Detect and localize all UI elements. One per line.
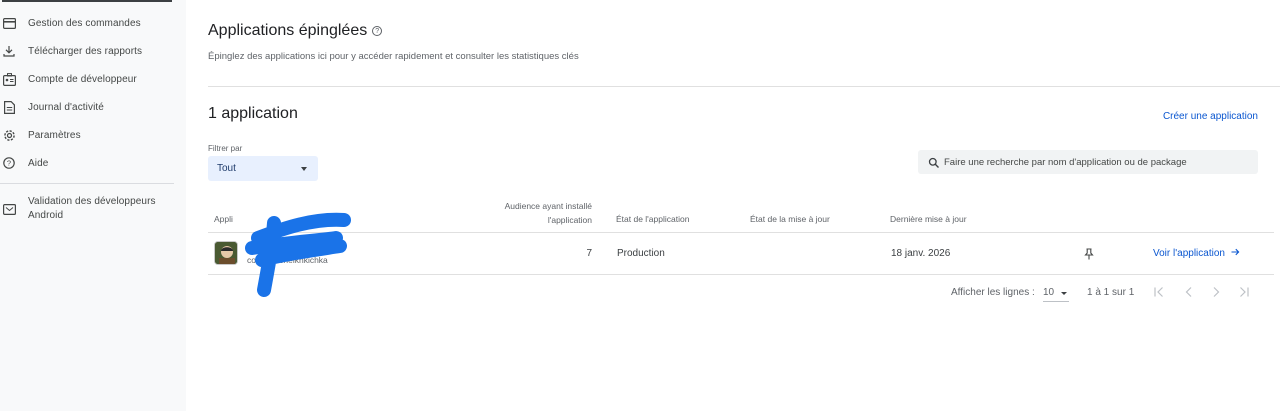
search-input[interactable] [944, 153, 1249, 171]
sidebar-item-label: Télécharger des rapports [28, 45, 143, 57]
svg-text:?: ? [7, 159, 11, 168]
filter-value: Tout [217, 163, 236, 174]
column-header-app[interactable]: Appli [214, 214, 233, 224]
search-box [918, 150, 1258, 174]
sidebar-item-orders[interactable]: Gestion des commandes [0, 9, 186, 37]
filter-label: Filtrer par [208, 144, 243, 153]
app-state-value: Production [617, 248, 665, 259]
last-page-icon[interactable] [1236, 284, 1252, 300]
filter-select[interactable]: Tout [208, 156, 318, 181]
pinned-section-header: Applications épinglées ? [208, 22, 383, 40]
sidebar-divider [0, 183, 174, 184]
audience-value: 7 [586, 248, 592, 259]
sidebar-item-label: Paramètres [28, 129, 81, 141]
column-header-update-state[interactable]: État de la mise à jour [750, 214, 830, 224]
main-content: Applications épinglées ? Épinglez des ap… [186, 0, 1280, 411]
download-icon [2, 44, 16, 58]
last-update-value: 18 janv. 2026 [891, 248, 951, 259]
column-header-audience[interactable]: Audience ayant installé l'application [466, 199, 592, 227]
sidebar-item-label: Aide [28, 157, 49, 169]
document-icon [2, 100, 16, 114]
table-divider [208, 274, 1274, 275]
rows-per-page-select[interactable]: 10 [1043, 284, 1069, 302]
next-page-icon[interactable] [1208, 284, 1224, 300]
sidebar-item-label: Compte de développeur [28, 73, 137, 85]
dropdown-arrow-icon [1061, 292, 1067, 295]
app-icon [214, 241, 238, 265]
sidebar-item-label: Journal d'activité [28, 101, 104, 113]
pagination-range: 1 à 1 sur 1 [1087, 287, 1135, 298]
table-row[interactable]: com nid.cheikhkichka 7 Production 18 jan… [208, 233, 1274, 274]
previous-page-icon[interactable] [1181, 284, 1197, 300]
pinned-title: Applications épinglées [208, 22, 368, 39]
sidebar-item-activity-log[interactable]: Journal d'activité [0, 93, 186, 121]
redaction-mark [245, 212, 351, 297]
sidebar-item-label: Gestion des commandes [28, 17, 141, 29]
sidebar-item-settings[interactable]: Paramètres [0, 121, 186, 149]
sidebar-item-help[interactable]: ? Aide [0, 149, 186, 177]
section-divider [208, 86, 1280, 87]
sidebar-item-developer-account[interactable]: Compte de développeur [0, 65, 186, 93]
help-circle-icon[interactable]: ? [372, 26, 383, 36]
sidebar-item-reports[interactable]: Télécharger des rapports [0, 37, 186, 65]
search-icon [928, 156, 940, 168]
pinned-subtitle: Épinglez des applications ici pour y acc… [208, 51, 579, 62]
column-header-last-update[interactable]: Dernière mise à jour [890, 214, 967, 224]
sidebar: Gestion des commandes Télécharger des ra… [0, 0, 186, 411]
gear-icon [2, 128, 16, 142]
view-app-label: Voir l'application [1153, 248, 1225, 259]
arrow-right-icon [1231, 248, 1240, 259]
first-page-icon[interactable] [1151, 284, 1167, 300]
dropdown-arrow-icon [301, 167, 307, 171]
create-app-link[interactable]: Créer une application [1163, 111, 1258, 122]
credit-card-icon [2, 16, 16, 30]
rows-per-page-value: 10 [1043, 287, 1055, 298]
sidebar-item-label: Validation des développeurs Android [28, 196, 156, 221]
app-count-title: 1 application [208, 105, 298, 122]
help-icon: ? [2, 156, 16, 170]
verification-icon [2, 202, 16, 216]
rows-per-page-label: Afficher les lignes : [951, 287, 1035, 298]
view-app-link[interactable]: Voir l'application [1153, 248, 1240, 259]
pin-icon[interactable] [1084, 247, 1094, 260]
column-header-app-state[interactable]: État de l'application [616, 214, 689, 224]
sidebar-top-divider [2, 0, 172, 2]
sidebar-item-android-validation[interactable]: Validation des développeurs Android [0, 194, 186, 224]
developer-account-icon [2, 72, 16, 86]
